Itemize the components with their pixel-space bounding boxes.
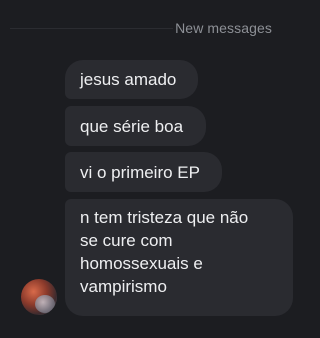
new-messages-divider: New messages [0,18,303,38]
message-text: vi o primeiro EP [80,162,200,182]
message-text: jesus amado [80,70,177,89]
message-bubble[interactable]: n tem tristeza que não se cure com homos… [65,199,293,316]
new-messages-label: New messages [175,20,272,36]
message-bubble[interactable]: que série boa [65,106,206,146]
sender-avatar[interactable] [21,279,57,315]
message-bubble[interactable]: vi o primeiro EP [65,152,222,192]
divider-line [10,28,173,29]
message-bubble[interactable]: jesus amado [65,60,198,99]
message-text: n tem tristeza que não se cure com homos… [80,208,249,296]
message-text: que série boa [80,116,184,136]
avatar-photo-detail [35,295,55,313]
